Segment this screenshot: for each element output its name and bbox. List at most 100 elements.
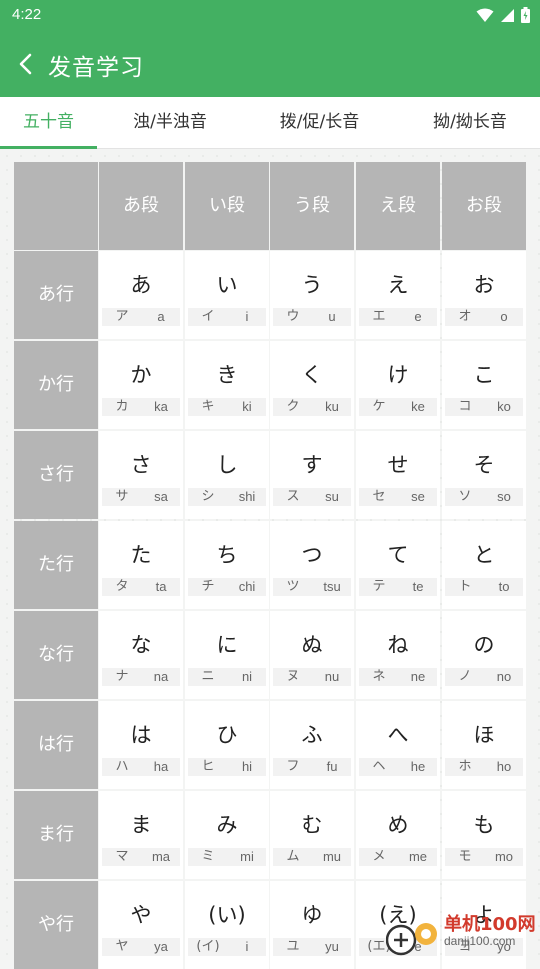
- kana-cell[interactable]: ちチ chi: [185, 521, 269, 609]
- kana-cell[interactable]: ゆユ yu: [270, 881, 354, 969]
- katakana: チ: [201, 579, 215, 594]
- hiragana: つ: [301, 543, 323, 567]
- kana-reading: ヘ he: [359, 758, 437, 776]
- row-header: か行: [14, 341, 98, 429]
- kana-cell[interactable]: ふフ fu: [270, 701, 354, 789]
- kana-cell[interactable]: (い) (イ) i: [185, 881, 269, 969]
- kana-cell[interactable]: ひヒ hi: [185, 701, 269, 789]
- kana-cell[interactable]: しシ shi: [185, 431, 269, 519]
- kana-cell[interactable]: とト to: [442, 521, 526, 609]
- kana-cell[interactable]: こコ ko: [442, 341, 526, 429]
- battery-icon: [521, 7, 530, 23]
- kana-cell[interactable]: なナ na: [99, 611, 183, 699]
- romaji: a: [157, 309, 165, 324]
- kana-reading: ニ ni: [188, 668, 266, 686]
- kana-cell[interactable]: まマ ma: [99, 791, 183, 879]
- kana-cell[interactable]: あアa: [99, 251, 183, 339]
- hiragana: に: [216, 633, 238, 657]
- hiragana: め: [387, 813, 409, 837]
- kana-cell[interactable]: すス su: [270, 431, 354, 519]
- kana-cell[interactable]: いイ i: [185, 251, 269, 339]
- kana-cell[interactable]: もモ mo: [442, 791, 526, 879]
- kana-reading: ス su: [273, 488, 351, 506]
- hiragana: ふ: [301, 723, 323, 747]
- kana-cell[interactable]: のノ no: [442, 611, 526, 699]
- kana-reading: テ te: [359, 578, 437, 596]
- kana-cell[interactable]: けケ ke: [356, 341, 440, 429]
- katakana: カ: [115, 399, 129, 414]
- romaji: mo: [494, 849, 514, 864]
- tab-hatsuon-sokuon[interactable]: 拨/促/长音: [262, 97, 377, 148]
- kana-reading: (イ) i: [188, 938, 266, 956]
- katakana: セ: [372, 489, 386, 504]
- kana-cell[interactable]: かカ ka: [99, 341, 183, 429]
- katakana: ミ: [201, 849, 215, 864]
- katakana: イ: [201, 309, 215, 324]
- katakana: マ: [115, 849, 129, 864]
- watermark-url: danji100.com: [444, 934, 516, 948]
- romaji: ne: [410, 669, 426, 684]
- status-time: 4:22: [12, 6, 42, 23]
- tab-youon[interactable]: 拗/拗长音: [415, 97, 525, 148]
- row-header: は行: [14, 701, 98, 789]
- kana-cell[interactable]: えエe: [356, 251, 440, 339]
- kana-content[interactable]: あ段 い段 う段 え段 お段 あ行あア a いイ i うウ u えエ e おオ o か行かカ ka きキ ki くク k…: [0, 149, 540, 969]
- kana-cell[interactable]: てテ te: [356, 521, 440, 609]
- kana-cell[interactable]: きキ ki: [185, 341, 269, 429]
- kana-cell[interactable]: へヘ he: [356, 701, 440, 789]
- kana-cell[interactable]: うウu: [270, 251, 354, 339]
- katakana: ニ: [201, 669, 215, 684]
- kana-cell[interactable]: めメ me: [356, 791, 440, 879]
- row-header: た行: [14, 521, 98, 609]
- katakana: ソ: [458, 489, 472, 504]
- kana-cell[interactable]: くク ku: [270, 341, 354, 429]
- kana-cell[interactable]: みミ mi: [185, 791, 269, 879]
- kana-reading: コ ko: [445, 398, 523, 416]
- kana-cell[interactable]: ねネ ne: [356, 611, 440, 699]
- kana-cell[interactable]: ぬヌ nu: [270, 611, 354, 699]
- katakana: シ: [201, 489, 215, 504]
- hiragana: は: [130, 723, 152, 747]
- katakana: ノ: [458, 669, 472, 684]
- romaji: to: [498, 579, 510, 594]
- romaji: chi: [238, 579, 256, 594]
- kana-cell[interactable]: せセ se: [356, 431, 440, 519]
- hiragana: た: [130, 543, 152, 567]
- hiragana: い: [216, 273, 238, 297]
- katakana: ケ: [372, 399, 386, 414]
- kana-reading: ノ no: [445, 668, 523, 686]
- kana-cell[interactable]: やヤ ya: [99, 881, 183, 969]
- romaji: mu: [322, 849, 342, 864]
- kana-cell[interactable]: おオo: [442, 251, 526, 339]
- row-header: や行: [14, 881, 98, 969]
- katakana: ウ: [286, 309, 300, 324]
- tab-gojuon[interactable]: 五十音: [0, 97, 97, 148]
- column-header: う段: [270, 162, 354, 250]
- watermark-logo-icon: [386, 923, 437, 956]
- kana-cell[interactable]: そソ so: [442, 431, 526, 519]
- tab-dakuon[interactable]: 浊/半浊音: [115, 97, 225, 148]
- kana-cell[interactable]: はハ ha: [99, 701, 183, 789]
- kana-reading: ミ mi: [188, 848, 266, 866]
- kana-cell[interactable]: さサ sa: [99, 431, 183, 519]
- hiragana: し: [216, 453, 238, 477]
- katakana: モ: [458, 849, 472, 864]
- kana-cell[interactable]: たタ ta: [99, 521, 183, 609]
- chevron-left-icon[interactable]: [10, 47, 44, 81]
- kana-reading: ユ yu: [273, 938, 351, 956]
- kana-reading: アa: [102, 308, 180, 326]
- hiragana: な: [130, 633, 152, 657]
- kana-cell[interactable]: にニ ni: [185, 611, 269, 699]
- katakana: ネ: [372, 669, 386, 684]
- hiragana: へ: [387, 723, 409, 747]
- kana-cell[interactable]: むム mu: [270, 791, 354, 879]
- kana-reading: シ shi: [188, 488, 266, 506]
- kana-cell[interactable]: つツ tsu: [270, 521, 354, 609]
- katakana: フ: [286, 759, 300, 774]
- kana-cell[interactable]: ほホ ho: [442, 701, 526, 789]
- katakana: ヤ: [115, 939, 129, 954]
- column-header: え段: [356, 162, 440, 250]
- hiragana: も: [473, 813, 495, 837]
- hiragana: み: [216, 813, 238, 837]
- romaji: i: [245, 309, 249, 324]
